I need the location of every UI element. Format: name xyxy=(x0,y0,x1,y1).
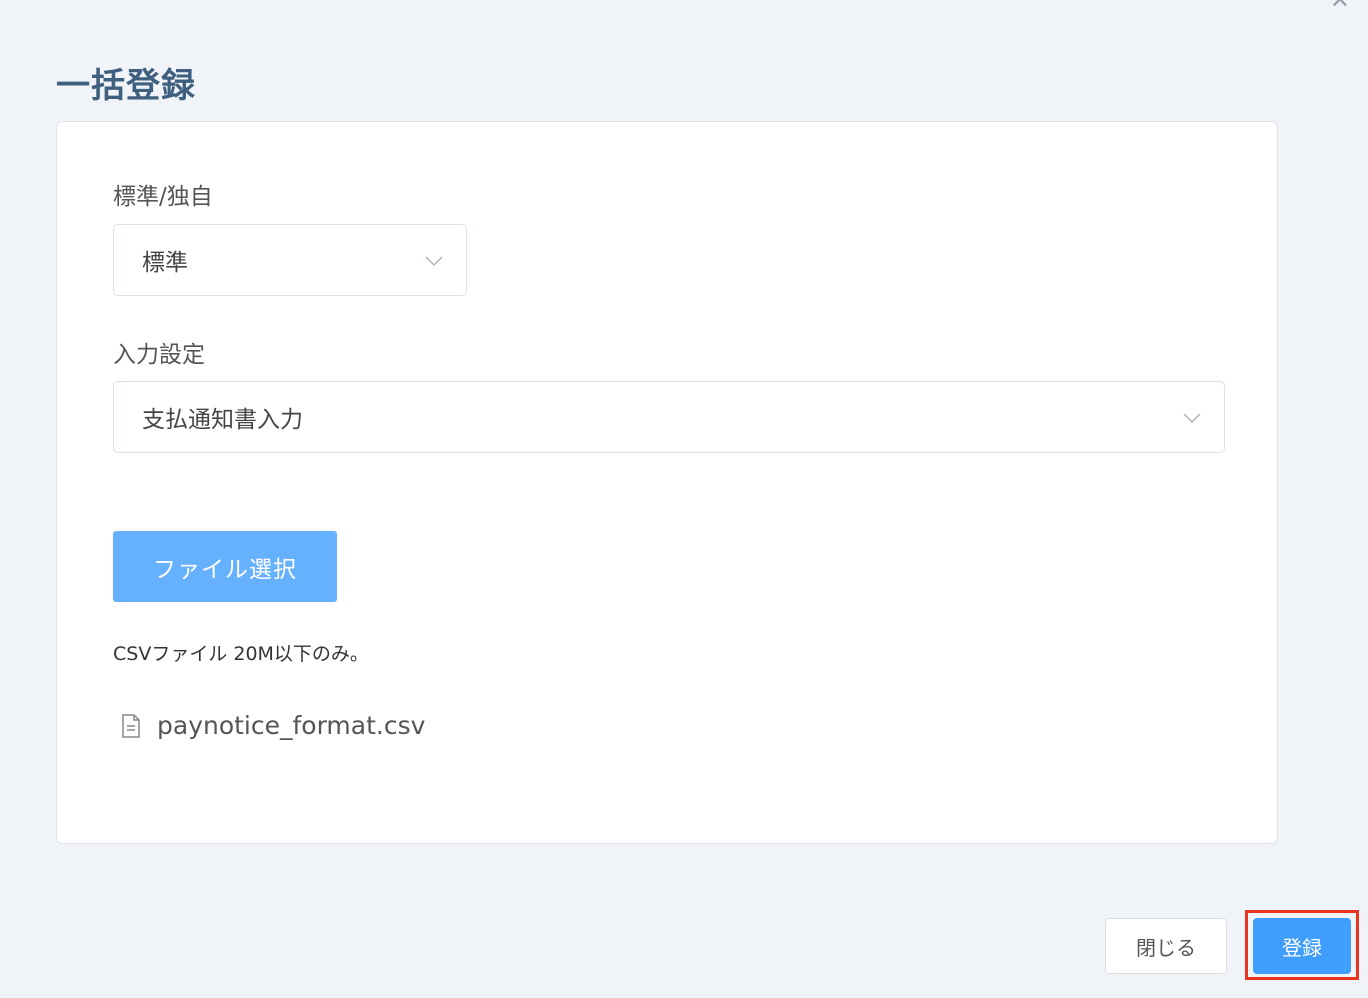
register-button[interactable]: 登録 xyxy=(1253,918,1351,974)
type-select[interactable]: 標準 xyxy=(113,224,467,296)
close-button[interactable]: 閉じる xyxy=(1105,918,1227,974)
input-setting-select-value: 支払通知書入力 xyxy=(142,407,303,433)
document-icon xyxy=(122,713,140,738)
file-name: paynotice_format.csv xyxy=(157,711,426,740)
file-entry[interactable]: paynotice_format.csv xyxy=(121,711,425,740)
type-select-value: 標準 xyxy=(142,250,188,276)
dialog-title: 一括登録 xyxy=(56,66,196,106)
form-card: 標準/独自 標準 入力設定 支払通知書入力 ファイル選択 CSVファイル 20M… xyxy=(56,121,1278,844)
type-field-label: 標準/独自 xyxy=(113,184,213,210)
file-select-button[interactable]: ファイル選択 xyxy=(113,531,337,602)
input-setting-select[interactable]: 支払通知書入力 xyxy=(113,381,1225,453)
file-hint: CSVファイル 20M以下のみ。 xyxy=(113,643,369,665)
input-setting-label: 入力設定 xyxy=(113,342,205,368)
close-icon[interactable]: ✕ xyxy=(1330,0,1350,12)
chevron-down-icon xyxy=(1183,413,1201,424)
chevron-down-icon xyxy=(425,256,443,267)
